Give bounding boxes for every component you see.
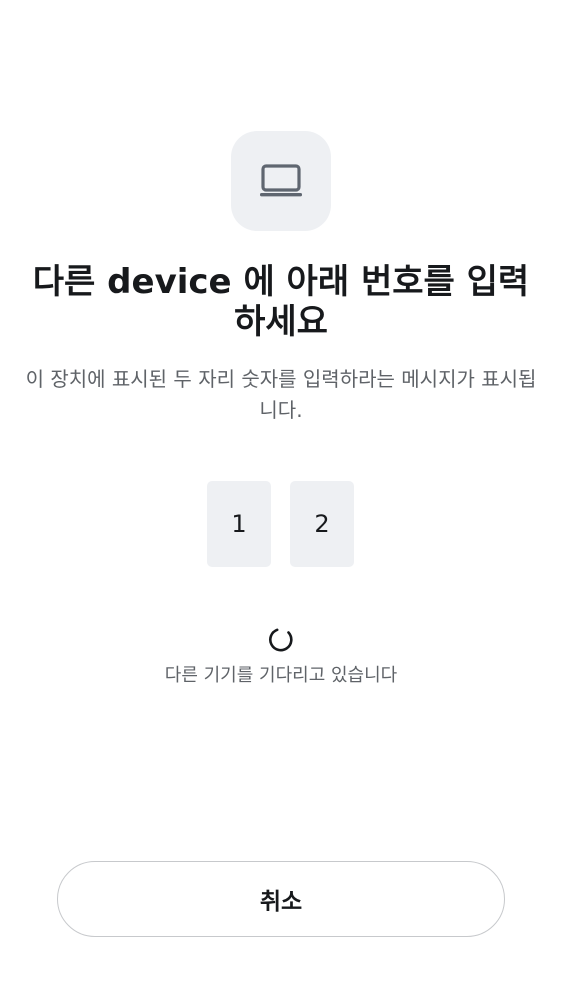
waiting-status-text: 다른 기기를 기다리고 있습니다 [164,665,398,686]
laptop-icon [260,164,302,197]
cancel-button-label: 취소 [259,889,303,915]
device-icon-tile [231,131,331,231]
page-subtitle: 이 장치에 표시된 두 자리 숫자를 입력하라는 메시지가 표시됩니다. [25,367,537,422]
loading-spinner-icon [269,628,293,652]
cancel-button[interactable]: 취소 [57,861,505,937]
pairing-screen: 다른 device 에 아래 번호를 입력하세요 이 장치에 표시된 두 자리 … [0,0,562,1000]
code-digit-2: 2 [290,481,354,567]
page-title: 다른 device 에 아래 번호를 입력하세요 [32,262,530,342]
code-digit-1: 1 [207,481,271,567]
